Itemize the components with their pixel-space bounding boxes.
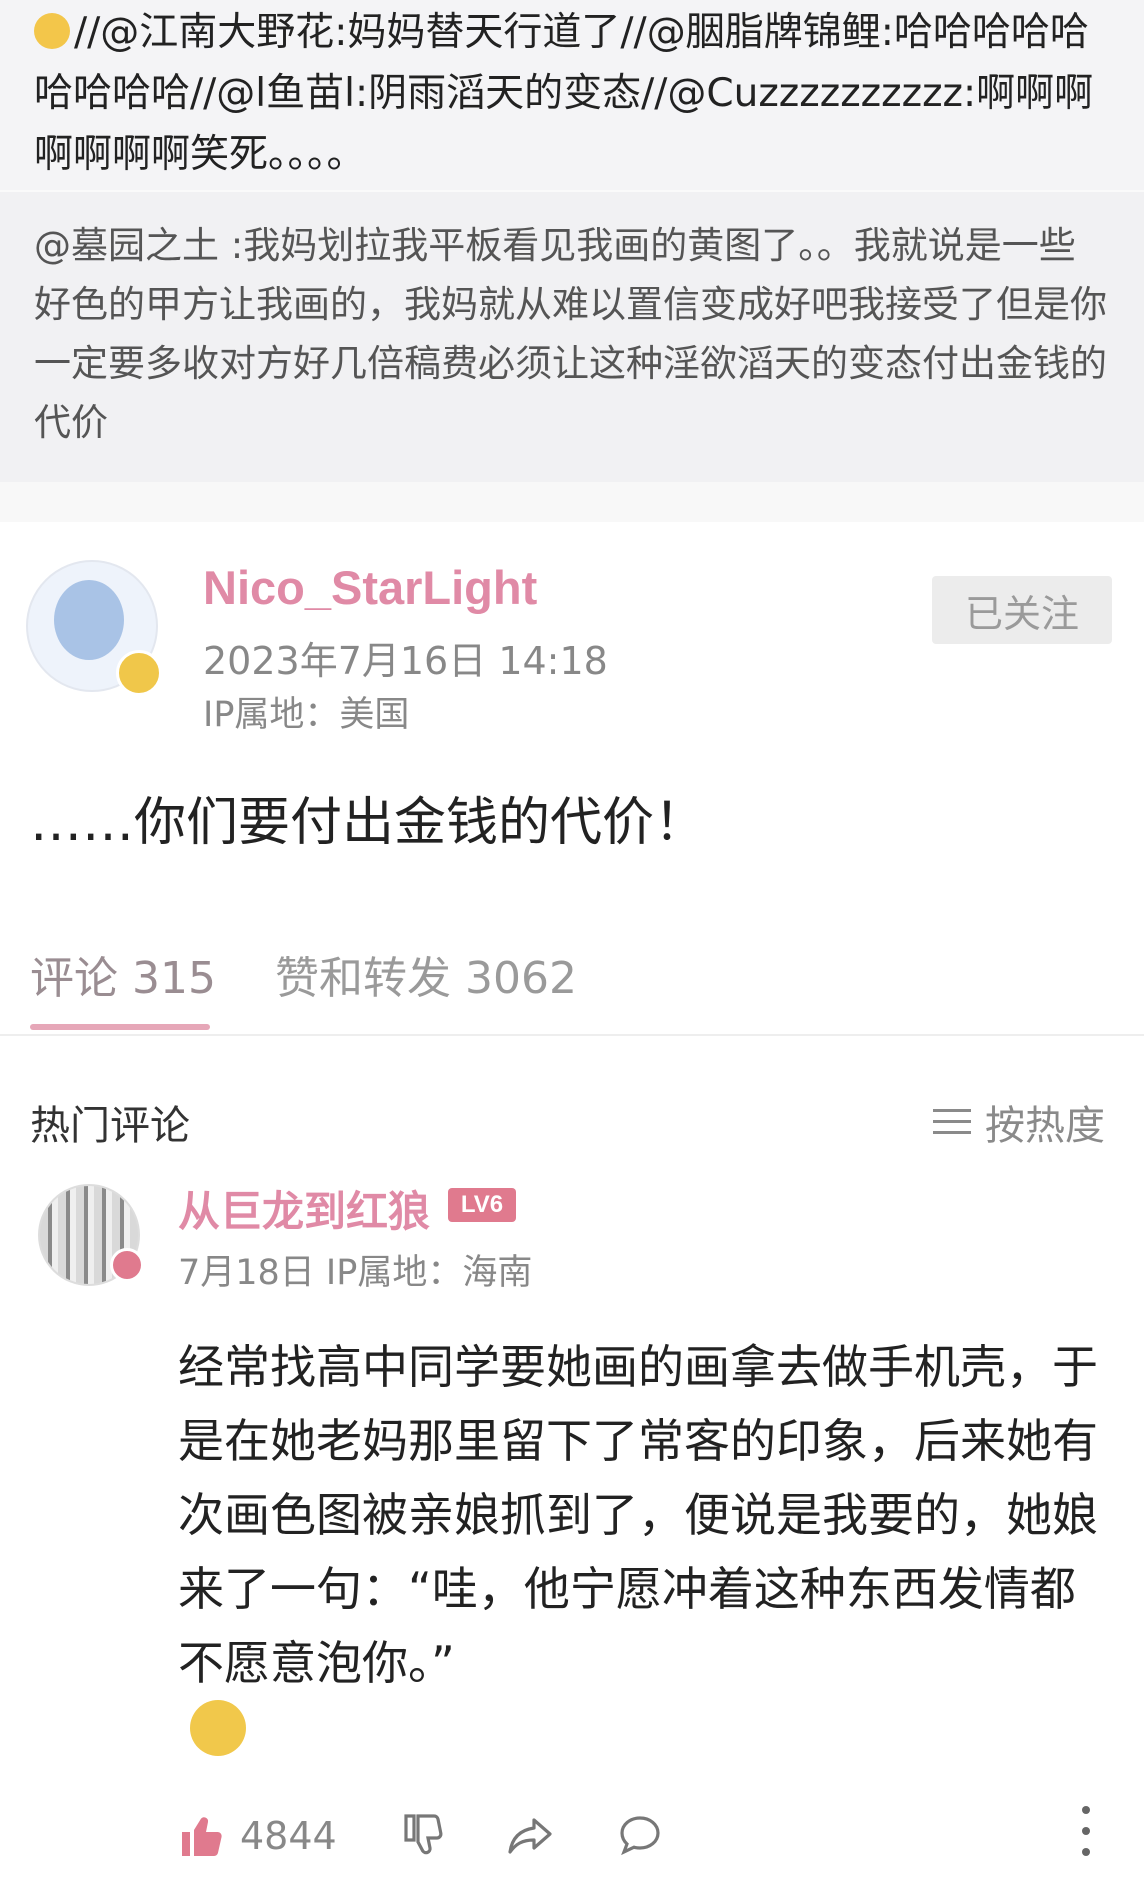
comment-actions: 4844 <box>0 1806 1144 1866</box>
sort-control[interactable]: 按热度 <box>933 1093 1105 1151</box>
tab-likes-reposts[interactable]: 赞和转发 3062 <box>275 942 577 1006</box>
level-badge: LV6 <box>448 1188 516 1222</box>
repost-chain-card: //@江南大野花:妈妈替天行道了//@胭脂牌锦鲤:哈哈哈哈哈哈哈哈哈//@l鱼苗… <box>0 0 1144 190</box>
like-button[interactable]: 4844 <box>178 1806 337 1866</box>
menu-icon <box>933 1107 971 1137</box>
tab-active-indicator <box>30 1024 210 1030</box>
hot-comments-title: 热门评论 <box>30 1103 190 1149</box>
comment-text: 经常找高中同学要她画的画拿去做手机壳，于是在她老妈那里留下了常客的印象，后来她有… <box>178 1340 1098 1690</box>
repost-chain-text: //@江南大野花:妈妈替天行道了//@胭脂牌锦鲤:哈哈哈哈哈哈哈哈哈//@l鱼苗… <box>34 10 1094 177</box>
section-gap <box>0 482 1144 522</box>
comment-meta: 7月18日 IP属地：海南 <box>178 1253 533 1293</box>
share-icon <box>508 1818 552 1854</box>
divider <box>0 1034 1144 1036</box>
comment-bubble-icon <box>620 1816 660 1856</box>
sort-label: 按热度 <box>985 1103 1105 1149</box>
post-username[interactable]: Nico_StarLight <box>203 560 537 615</box>
share-button[interactable] <box>506 1806 554 1866</box>
post-ip-location: IP属地：美国 <box>203 695 410 735</box>
laugh-emoji-icon <box>34 13 70 49</box>
reply-button[interactable] <box>616 1806 664 1866</box>
post-timestamp: 2023年7月16日 14:18 <box>203 639 608 683</box>
avatar-image <box>54 580 124 660</box>
avatar-badge-icon <box>110 1248 144 1282</box>
like-count: 4844 <box>240 1814 337 1858</box>
post-text: ……你们要付出金钱的代价！ <box>30 793 707 853</box>
quoted-post-text: @墓园之土 :我妈划拉我平板看见我画的黄图了。。我就说是一些好色的甲方让我画的，… <box>34 224 1107 444</box>
avatar[interactable] <box>26 560 162 696</box>
dislike-button[interactable] <box>398 1806 446 1866</box>
more-icon[interactable] <box>1080 1806 1092 1856</box>
thumbs-down-icon <box>404 1814 443 1855</box>
sneer-emoji-icon <box>190 1700 246 1756</box>
avatar-badge-icon <box>116 650 162 696</box>
follow-button[interactable]: 已关注 <box>932 576 1112 644</box>
quoted-post[interactable]: @墓园之土 :我妈划拉我平板看见我画的黄图了。。我就说是一些好色的甲方让我画的，… <box>0 192 1144 482</box>
tab-comments[interactable]: 评论 315 <box>30 942 216 1006</box>
comment-avatar[interactable] <box>38 1184 144 1286</box>
thumbs-up-icon <box>182 1817 222 1857</box>
comment-username[interactable]: 从巨龙到红狼 <box>178 1178 430 1239</box>
